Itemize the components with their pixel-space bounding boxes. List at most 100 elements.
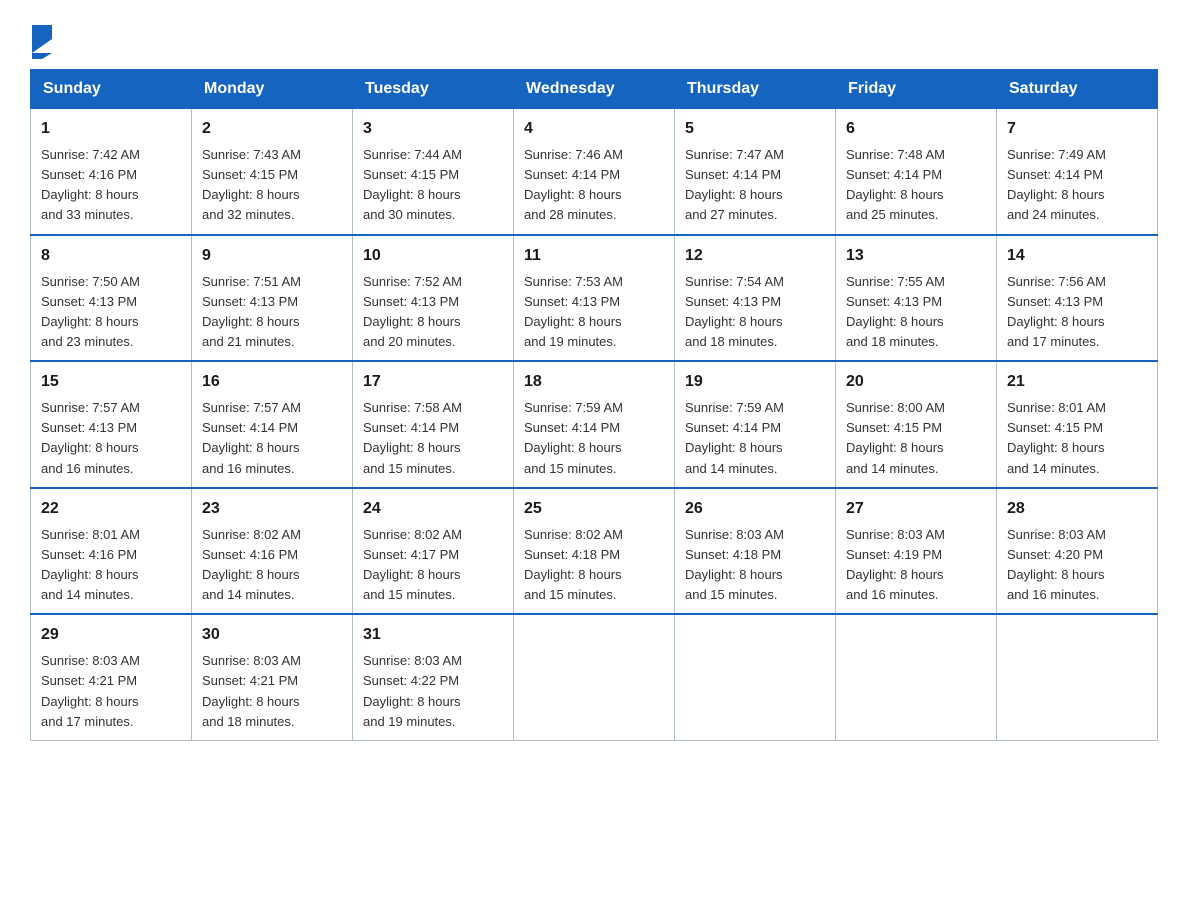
calendar-day-cell: 1 Sunrise: 7:42 AMSunset: 4:16 PMDayligh… [31,109,192,235]
calendar-day-cell: 13 Sunrise: 7:55 AMSunset: 4:13 PMDaylig… [836,235,997,362]
calendar-day-cell: 25 Sunrise: 8:02 AMSunset: 4:18 PMDaylig… [514,488,675,615]
calendar-day-cell: 29 Sunrise: 8:03 AMSunset: 4:21 PMDaylig… [31,614,192,740]
day-number: 12 [685,244,825,268]
day-info: Sunrise: 7:53 AMSunset: 4:13 PMDaylight:… [524,274,623,349]
calendar-day-cell: 28 Sunrise: 8:03 AMSunset: 4:20 PMDaylig… [997,488,1158,615]
calendar-day-cell: 7 Sunrise: 7:49 AMSunset: 4:14 PMDayligh… [997,109,1158,235]
day-info: Sunrise: 8:03 AMSunset: 4:21 PMDaylight:… [202,653,301,728]
calendar-day-cell: 6 Sunrise: 7:48 AMSunset: 4:14 PMDayligh… [836,109,997,235]
day-number: 27 [846,497,986,521]
day-of-week-header: Thursday [675,70,836,109]
calendar-day-cell: 19 Sunrise: 7:59 AMSunset: 4:14 PMDaylig… [675,361,836,488]
day-info: Sunrise: 7:59 AMSunset: 4:14 PMDaylight:… [524,400,623,475]
logo-flag-icon [32,25,52,59]
calendar-day-cell: 8 Sunrise: 7:50 AMSunset: 4:13 PMDayligh… [31,235,192,362]
day-info: Sunrise: 7:56 AMSunset: 4:13 PMDaylight:… [1007,274,1106,349]
day-number: 4 [524,117,664,141]
calendar-day-cell: 10 Sunrise: 7:52 AMSunset: 4:13 PMDaylig… [353,235,514,362]
day-of-week-header: Monday [192,70,353,109]
day-number: 14 [1007,244,1147,268]
day-number: 6 [846,117,986,141]
calendar-day-cell: 11 Sunrise: 7:53 AMSunset: 4:13 PMDaylig… [514,235,675,362]
calendar-day-cell: 14 Sunrise: 7:56 AMSunset: 4:13 PMDaylig… [997,235,1158,362]
day-of-week-header: Tuesday [353,70,514,109]
day-of-week-header: Saturday [997,70,1158,109]
calendar-day-cell: 18 Sunrise: 7:59 AMSunset: 4:14 PMDaylig… [514,361,675,488]
calendar-day-cell: 22 Sunrise: 8:01 AMSunset: 4:16 PMDaylig… [31,488,192,615]
calendar-day-cell [997,614,1158,740]
calendar-day-cell: 4 Sunrise: 7:46 AMSunset: 4:14 PMDayligh… [514,109,675,235]
day-info: Sunrise: 8:03 AMSunset: 4:19 PMDaylight:… [846,527,945,602]
day-info: Sunrise: 7:50 AMSunset: 4:13 PMDaylight:… [41,274,140,349]
day-info: Sunrise: 7:52 AMSunset: 4:13 PMDaylight:… [363,274,462,349]
day-number: 13 [846,244,986,268]
calendar-day-cell: 15 Sunrise: 7:57 AMSunset: 4:13 PMDaylig… [31,361,192,488]
calendar-day-cell: 2 Sunrise: 7:43 AMSunset: 4:15 PMDayligh… [192,109,353,235]
day-number: 28 [1007,497,1147,521]
calendar-day-cell: 20 Sunrise: 8:00 AMSunset: 4:15 PMDaylig… [836,361,997,488]
day-number: 18 [524,370,664,394]
day-info: Sunrise: 7:42 AMSunset: 4:16 PMDaylight:… [41,147,140,222]
calendar-header-row: SundayMondayTuesdayWednesdayThursdayFrid… [31,70,1158,109]
day-number: 2 [202,117,342,141]
day-of-week-header: Friday [836,70,997,109]
calendar-week-row: 1 Sunrise: 7:42 AMSunset: 4:16 PMDayligh… [31,109,1158,235]
day-number: 7 [1007,117,1147,141]
day-info: Sunrise: 7:43 AMSunset: 4:15 PMDaylight:… [202,147,301,222]
day-number: 5 [685,117,825,141]
day-info: Sunrise: 8:01 AMSunset: 4:15 PMDaylight:… [1007,400,1106,475]
day-number: 17 [363,370,503,394]
calendar-day-cell: 3 Sunrise: 7:44 AMSunset: 4:15 PMDayligh… [353,109,514,235]
day-number: 30 [202,623,342,647]
day-info: Sunrise: 7:47 AMSunset: 4:14 PMDaylight:… [685,147,784,222]
calendar-day-cell: 26 Sunrise: 8:03 AMSunset: 4:18 PMDaylig… [675,488,836,615]
day-number: 29 [41,623,181,647]
day-info: Sunrise: 7:57 AMSunset: 4:14 PMDaylight:… [202,400,301,475]
day-info: Sunrise: 8:02 AMSunset: 4:16 PMDaylight:… [202,527,301,602]
day-of-week-header: Wednesday [514,70,675,109]
day-number: 25 [524,497,664,521]
calendar-day-cell: 12 Sunrise: 7:54 AMSunset: 4:13 PMDaylig… [675,235,836,362]
day-of-week-header: Sunday [31,70,192,109]
calendar-day-cell: 24 Sunrise: 8:02 AMSunset: 4:17 PMDaylig… [353,488,514,615]
calendar-day-cell: 21 Sunrise: 8:01 AMSunset: 4:15 PMDaylig… [997,361,1158,488]
day-number: 10 [363,244,503,268]
day-info: Sunrise: 7:58 AMSunset: 4:14 PMDaylight:… [363,400,462,475]
day-info: Sunrise: 8:03 AMSunset: 4:20 PMDaylight:… [1007,527,1106,602]
day-info: Sunrise: 8:00 AMSunset: 4:15 PMDaylight:… [846,400,945,475]
day-info: Sunrise: 7:54 AMSunset: 4:13 PMDaylight:… [685,274,784,349]
day-info: Sunrise: 7:49 AMSunset: 4:14 PMDaylight:… [1007,147,1106,222]
calendar-day-cell: 5 Sunrise: 7:47 AMSunset: 4:14 PMDayligh… [675,109,836,235]
day-info: Sunrise: 8:02 AMSunset: 4:18 PMDaylight:… [524,527,623,602]
day-number: 19 [685,370,825,394]
calendar-day-cell: 31 Sunrise: 8:03 AMSunset: 4:22 PMDaylig… [353,614,514,740]
day-number: 24 [363,497,503,521]
day-number: 15 [41,370,181,394]
calendar-table: SundayMondayTuesdayWednesdayThursdayFrid… [30,69,1158,741]
day-info: Sunrise: 8:03 AMSunset: 4:22 PMDaylight:… [363,653,462,728]
day-number: 31 [363,623,503,647]
calendar-week-row: 22 Sunrise: 8:01 AMSunset: 4:16 PMDaylig… [31,488,1158,615]
calendar-week-row: 8 Sunrise: 7:50 AMSunset: 4:13 PMDayligh… [31,235,1158,362]
day-info: Sunrise: 7:46 AMSunset: 4:14 PMDaylight:… [524,147,623,222]
calendar-week-row: 15 Sunrise: 7:57 AMSunset: 4:13 PMDaylig… [31,361,1158,488]
calendar-week-row: 29 Sunrise: 8:03 AMSunset: 4:21 PMDaylig… [31,614,1158,740]
page-header [30,20,1158,59]
day-info: Sunrise: 7:44 AMSunset: 4:15 PMDaylight:… [363,147,462,222]
calendar-day-cell: 30 Sunrise: 8:03 AMSunset: 4:21 PMDaylig… [192,614,353,740]
day-info: Sunrise: 8:03 AMSunset: 4:21 PMDaylight:… [41,653,140,728]
day-number: 1 [41,117,181,141]
day-info: Sunrise: 8:01 AMSunset: 4:16 PMDaylight:… [41,527,140,602]
day-number: 8 [41,244,181,268]
logo [30,20,52,59]
day-info: Sunrise: 7:57 AMSunset: 4:13 PMDaylight:… [41,400,140,475]
calendar-day-cell: 9 Sunrise: 7:51 AMSunset: 4:13 PMDayligh… [192,235,353,362]
calendar-day-cell: 27 Sunrise: 8:03 AMSunset: 4:19 PMDaylig… [836,488,997,615]
calendar-day-cell [514,614,675,740]
day-info: Sunrise: 7:51 AMSunset: 4:13 PMDaylight:… [202,274,301,349]
day-number: 21 [1007,370,1147,394]
day-info: Sunrise: 7:48 AMSunset: 4:14 PMDaylight:… [846,147,945,222]
day-info: Sunrise: 7:59 AMSunset: 4:14 PMDaylight:… [685,400,784,475]
calendar-day-cell [836,614,997,740]
day-number: 26 [685,497,825,521]
